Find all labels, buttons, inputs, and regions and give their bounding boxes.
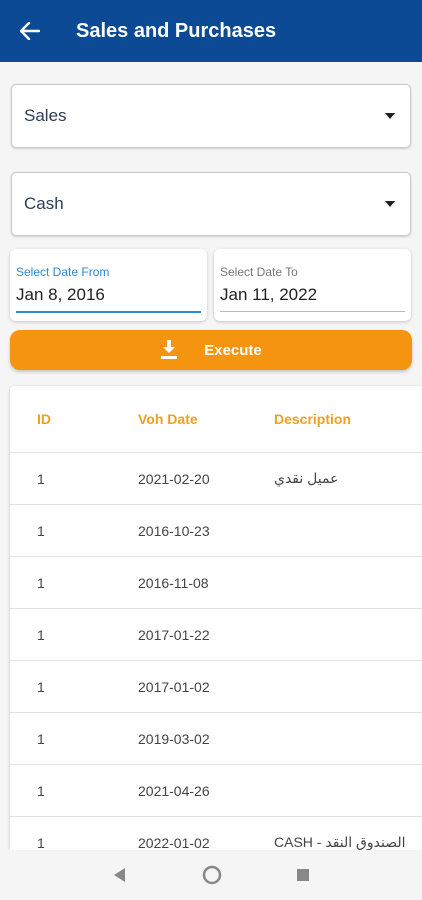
dropdown-arrow-icon <box>370 201 410 207</box>
execute-button[interactable]: Execute <box>10 330 412 370</box>
cell-id: 1 <box>37 626 45 643</box>
nav-home-icon[interactable] <box>202 865 222 885</box>
content-area: Sales Cash Select Date From Jan 8, 2016 … <box>0 62 422 850</box>
back-arrow-icon <box>20 22 40 40</box>
cell-date: 2017-01-02 <box>138 678 210 695</box>
cell-date: 2017-01-22 <box>138 626 210 643</box>
table-row[interactable]: 1 2019-03-02 <box>10 713 422 765</box>
nav-recents-icon[interactable] <box>296 868 310 882</box>
date-to-label: Select Date To <box>220 265 298 279</box>
cell-date: 2016-11-08 <box>138 574 209 591</box>
app-bar: Sales and Purchases <box>0 0 422 62</box>
cell-date: 2022-01-02 <box>138 834 210 851</box>
results-table: ID Voh Date Description 1 2021-02-20 عمي… <box>10 386 422 850</box>
table-row[interactable]: 1 2016-11-08 <box>10 557 422 609</box>
execute-label: Execute <box>204 341 262 359</box>
date-from-value: Jan 8, 2016 <box>16 285 201 313</box>
date-from-field[interactable]: Select Date From Jan 8, 2016 <box>10 249 207 321</box>
type-dropdown[interactable]: Sales <box>11 84 411 148</box>
table-row[interactable]: 1 2021-02-20 عميل نقدي <box>10 453 422 505</box>
header-id: ID <box>37 411 51 427</box>
date-from-label: Select Date From <box>16 265 110 279</box>
table-row[interactable]: 1 2021-04-26 <box>10 765 422 817</box>
download-icon <box>161 340 178 359</box>
header-description: Description <box>274 411 352 427</box>
date-to-field[interactable]: Select Date To Jan 11, 2022 <box>214 249 411 321</box>
page-title: Sales and Purchases <box>76 19 277 42</box>
payment-dropdown-value: Cash <box>24 194 64 213</box>
cell-description: CASH - الصندوق النقد <box>274 834 406 850</box>
cell-description: عميل نقدي <box>274 470 339 486</box>
back-button[interactable] <box>0 0 60 62</box>
payment-dropdown[interactable]: Cash <box>11 172 411 236</box>
cell-date: 2021-02-20 <box>138 470 210 487</box>
cell-id: 1 <box>37 730 45 747</box>
date-to-value: Jan 11, 2022 <box>220 285 405 312</box>
cell-id: 1 <box>37 470 45 487</box>
cell-id: 1 <box>37 834 45 851</box>
cell-id: 1 <box>37 574 45 591</box>
table-header: ID Voh Date Description <box>10 386 422 453</box>
cell-date: 2021-04-26 <box>138 782 210 799</box>
cell-date: 2016-10-23 <box>138 522 210 539</box>
system-nav-bar <box>0 850 422 900</box>
cell-id: 1 <box>37 522 45 539</box>
table-row[interactable]: 1 2017-01-02 <box>10 661 422 713</box>
table-row[interactable]: 1 2022-01-02 CASH - الصندوق النقد <box>10 817 422 850</box>
table-row[interactable]: 1 2016-10-23 <box>10 505 422 557</box>
type-dropdown-value: Sales <box>24 106 67 125</box>
header-voh-date: Voh Date <box>138 411 198 427</box>
nav-back-icon[interactable] <box>112 867 128 883</box>
cell-id: 1 <box>37 782 45 799</box>
cell-date: 2019-03-02 <box>138 730 210 747</box>
table-row[interactable]: 1 2017-01-22 <box>10 609 422 661</box>
cell-id: 1 <box>37 678 45 695</box>
dropdown-arrow-icon <box>370 113 410 119</box>
